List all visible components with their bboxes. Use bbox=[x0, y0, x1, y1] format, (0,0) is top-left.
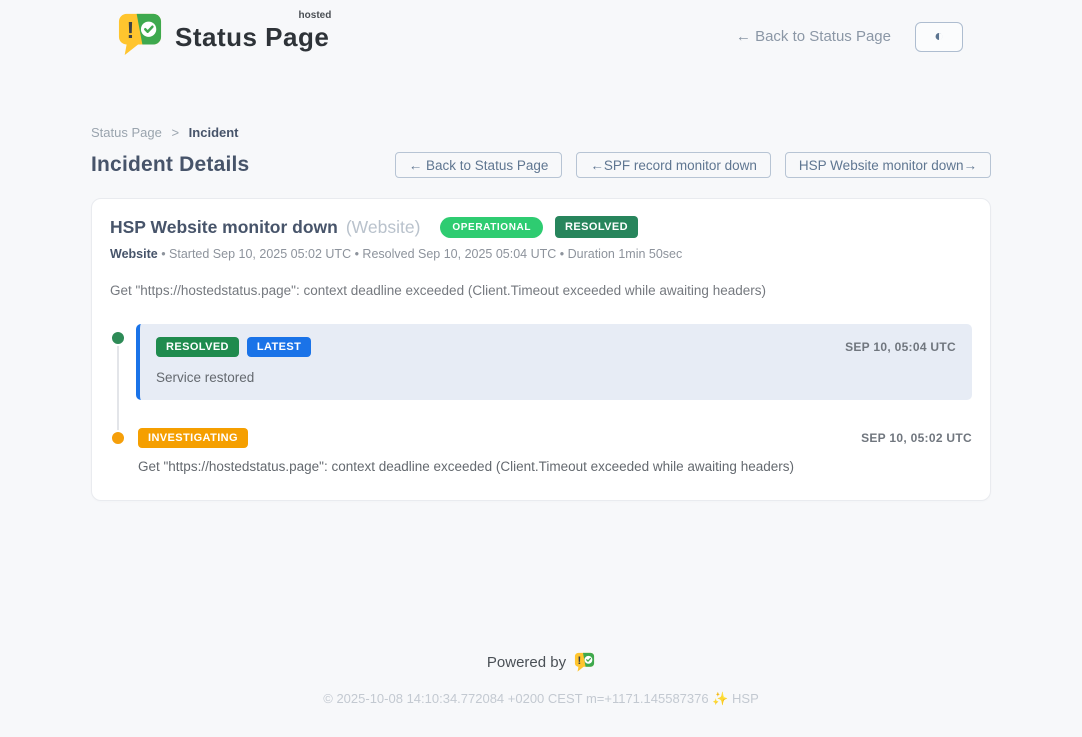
header-back-to-status-page-link[interactable]: ← Back to Status Page bbox=[736, 28, 891, 45]
investigating-dot-icon bbox=[110, 430, 126, 446]
incident-nav-buttons: ← Back to Status Page ←SPF record monito… bbox=[395, 152, 991, 178]
timeline-entry-card: RESOLVED LATEST SEP 10, 05:04 UTC Servic… bbox=[136, 324, 972, 400]
timeline-timestamp: SEP 10, 05:04 UTC bbox=[845, 340, 956, 354]
incident-meta: Website • Started Sep 10, 2025 05:02 UTC… bbox=[110, 247, 972, 261]
timeline-entry: RESOLVED LATEST SEP 10, 05:04 UTC Servic… bbox=[110, 324, 972, 400]
powered-by-label: Powered by bbox=[487, 654, 566, 671]
statuspage-logo-icon: ! bbox=[574, 652, 595, 672]
breadcrumb-separator: > bbox=[171, 125, 179, 140]
breadcrumb-incident: Incident bbox=[189, 125, 239, 140]
logo-text: Status Page bbox=[175, 22, 329, 52]
incident-title: HSP Website monitor down bbox=[110, 217, 338, 238]
prev-incident-button[interactable]: ←SPF record monitor down bbox=[576, 152, 771, 178]
main-content: Status Page > Incident Incident Details … bbox=[91, 61, 991, 501]
resolved-status-badge: RESOLVED bbox=[555, 216, 638, 238]
timeline-message: Service restored bbox=[156, 370, 956, 385]
incident-meta-component: Website bbox=[110, 247, 158, 261]
timeline-investigating-badge: INVESTIGATING bbox=[138, 428, 248, 448]
timeline-resolved-badge: RESOLVED bbox=[156, 337, 239, 357]
timeline-message: Get "https://hostedstatus.page": context… bbox=[138, 459, 972, 474]
contrast-icon: ◐ bbox=[934, 28, 944, 46]
incident-meta-details: • Started Sep 10, 2025 05:02 UTC • Resol… bbox=[161, 247, 682, 261]
theme-toggle-button[interactable]: ◐ bbox=[915, 22, 963, 52]
timeline-entry-card: INVESTIGATING SEP 10, 05:02 UTC Get "htt… bbox=[136, 428, 972, 474]
incident-timeline: RESOLVED LATEST SEP 10, 05:04 UTC Servic… bbox=[110, 324, 972, 474]
breadcrumb-status-page[interactable]: Status Page bbox=[91, 125, 162, 140]
svg-text:!: ! bbox=[578, 655, 582, 667]
timeline-timestamp: SEP 10, 05:02 UTC bbox=[861, 431, 972, 445]
statuspage-logo-link[interactable]: ! Status Page hosted bbox=[117, 12, 329, 61]
page-title: Incident Details bbox=[91, 153, 249, 177]
operational-status-badge: OPERATIONAL bbox=[440, 217, 543, 238]
copyright-text: © 2025-10-08 14:10:34.772084 +0200 CEST … bbox=[0, 691, 1082, 707]
next-incident-button[interactable]: HSP Website monitor down→ bbox=[785, 152, 991, 178]
timeline-latest-badge: LATEST bbox=[247, 337, 311, 357]
svg-text:!: ! bbox=[127, 17, 135, 43]
incident-component: (Website) bbox=[346, 217, 421, 238]
statuspage-logo-icon: ! bbox=[117, 12, 163, 61]
logo-hosted-label: hosted bbox=[299, 10, 332, 21]
timeline-entry: INVESTIGATING SEP 10, 05:02 UTC Get "htt… bbox=[110, 428, 972, 474]
incident-card: HSP Website monitor down (Website) OPERA… bbox=[91, 198, 991, 501]
resolved-dot-icon bbox=[110, 330, 126, 346]
site-footer: Powered by ! © 2025-10-08 14:10:34.77208… bbox=[0, 652, 1082, 707]
breadcrumb: Status Page > Incident bbox=[91, 125, 991, 140]
incident-description: Get "https://hostedstatus.page": context… bbox=[110, 283, 972, 298]
site-header: ! Status Page hosted ← Back to Status Pa… bbox=[0, 0, 1082, 61]
back-to-status-page-button[interactable]: ← Back to Status Page bbox=[395, 152, 563, 178]
